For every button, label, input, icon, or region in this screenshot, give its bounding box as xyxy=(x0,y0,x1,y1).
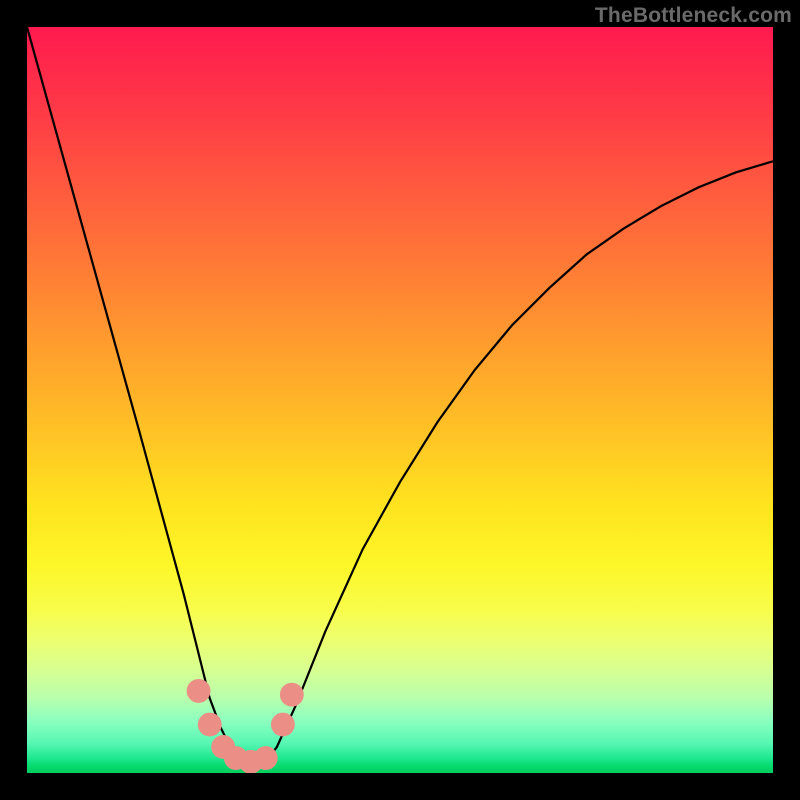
marker-point xyxy=(271,713,295,737)
series-bottleneck-curve xyxy=(27,27,773,766)
marker-point xyxy=(187,679,211,703)
plot-area xyxy=(27,27,773,773)
marker-point xyxy=(280,683,304,707)
watermark-text: TheBottleneck.com xyxy=(595,4,792,28)
marker-point xyxy=(254,746,278,770)
curve-layer xyxy=(27,27,773,773)
marker-point xyxy=(198,713,222,737)
chart-frame: TheBottleneck.com xyxy=(0,0,800,800)
